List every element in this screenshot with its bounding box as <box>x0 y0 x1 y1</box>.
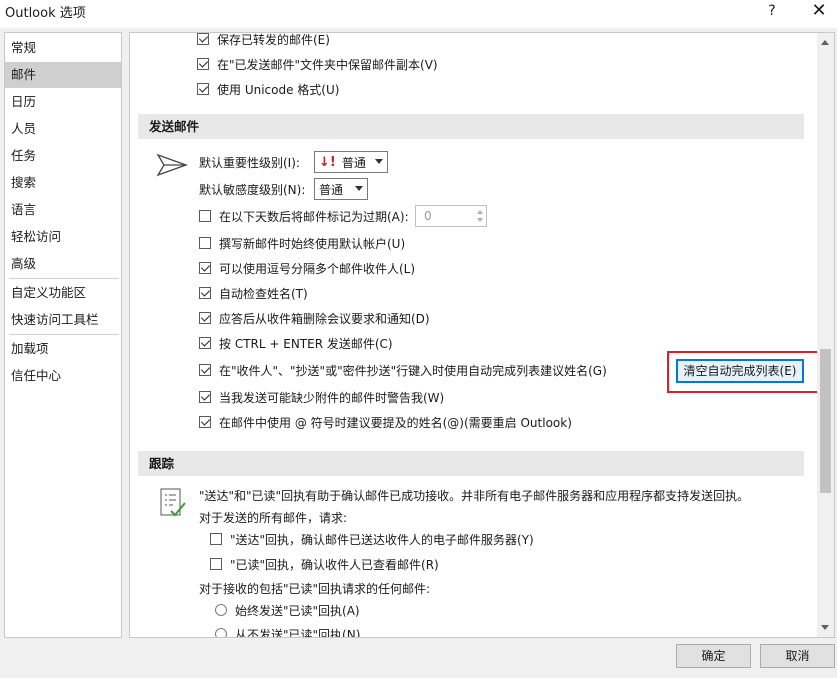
sensitivity-label: 默认敏感度级别(N): <box>199 182 306 197</box>
sensitivity-value: 普通 <box>319 182 344 197</box>
sidebar-item-accessibility[interactable]: 轻松访问 <box>5 224 121 250</box>
cancel-button[interactable]: 取消 <box>760 644 835 668</box>
radio-always-send-read[interactable]: 始终发送"已读"回执(A) <box>215 601 360 619</box>
tracking-description: "送达"和"已读"回执有助于确认邮件已成功接收。并非所有电子邮件服务器和应用程序… <box>199 488 750 503</box>
option-delivery-receipt[interactable]: "送达"回执，确认邮件已送达收件人的电子邮件服务器(Y) <box>210 530 534 548</box>
option-label: 在"收件人"、"抄送"或"密件抄送"行键入时使用自动完成列表建议姓名(G) <box>219 363 607 378</box>
sidebar-item-trust-center[interactable]: 信任中心 <box>5 363 121 389</box>
checkbox[interactable] <box>199 237 211 249</box>
sidebar-item-people[interactable]: 人员 <box>5 116 121 142</box>
vertical-scrollbar[interactable] <box>817 33 834 637</box>
send-icon <box>156 153 188 177</box>
spin-down-icon[interactable] <box>477 218 483 222</box>
scrollbar-thumb[interactable] <box>820 349 831 493</box>
radio-button[interactable] <box>215 628 227 637</box>
option-attachment-warning[interactable]: 当我发送可能缺少附件的邮件时警告我(W) <box>199 388 444 406</box>
option-ctrl-enter[interactable]: 按 CTRL + ENTER 发送邮件(C) <box>199 334 393 352</box>
option-label: 撰写新邮件时始终使用默认帐户(U) <box>219 236 406 251</box>
window-title: Outlook 选项 <box>5 6 86 21</box>
checkbox[interactable] <box>199 210 211 222</box>
scroll-up-icon[interactable] <box>821 40 829 45</box>
option-label: 在邮件中使用 @ 符号时建议要提及的姓名(@)(需要重启 Outlook) <box>219 415 572 430</box>
option-label: 保存已转发的邮件(E) <box>217 32 330 47</box>
tracking-checklist-icon <box>160 488 186 517</box>
option-label: 可以使用逗号分隔多个邮件收件人(L) <box>219 261 416 276</box>
checkbox[interactable] <box>199 262 211 274</box>
option-label: 从不发送"已读"回执(N) <box>235 627 361 638</box>
option-label: "送达"回执，确认邮件已送达收件人的电子邮件服务器(Y) <box>230 532 534 547</box>
sensitivity-select[interactable]: 普通 <box>314 178 368 200</box>
option-keep-sent-copy[interactable]: 在"已发送邮件"文件夹中保留邮件副本(V) <box>197 55 438 73</box>
option-delete-meeting[interactable]: 应答后从收件箱删除会议要求和通知(D) <box>199 309 430 327</box>
sidebar-divider <box>9 278 119 279</box>
sidebar-item-quick-access-toolbar[interactable]: 快速访问工具栏 <box>5 307 121 333</box>
sidebar-item-addins[interactable]: 加载项 <box>5 336 121 362</box>
title-bar: Outlook 选项 ? ✕ <box>0 0 837 28</box>
option-label: 应答后从收件箱删除会议要求和通知(D) <box>219 311 430 326</box>
option-label: 使用 Unicode 格式(U) <box>217 82 340 97</box>
checkbox[interactable] <box>197 83 209 95</box>
option-label: 按 CTRL + ENTER 发送邮件(C) <box>219 336 393 351</box>
option-label: 当我发送可能缺少附件的邮件时警告我(W) <box>219 390 445 405</box>
section-header-tracking: 跟踪 <box>138 451 804 476</box>
sidebar-item-tasks[interactable]: 任务 <box>5 143 121 169</box>
option-label: 自动检查姓名(T) <box>219 286 308 301</box>
chevron-down-icon <box>375 159 383 164</box>
checkbox[interactable] <box>197 33 209 45</box>
sidebar-item-general[interactable]: 常规 <box>5 35 121 61</box>
radio-button[interactable] <box>215 604 227 616</box>
close-button[interactable]: ✕ <box>806 0 832 22</box>
option-mention-suggest[interactable]: 在邮件中使用 @ 符号时建议要提及的姓名(@)(需要重启 Outlook) <box>199 413 572 431</box>
sidebar-item-search[interactable]: 搜索 <box>5 170 121 196</box>
option-label: "已读"回执，确认收件人已查看邮件(R) <box>230 557 439 572</box>
option-label: 在"已发送邮件"文件夹中保留邮件副本(V) <box>217 57 438 72</box>
sidebar-item-calendar[interactable]: 日历 <box>5 89 121 115</box>
option-save-forwarded[interactable]: 保存已转发的邮件(E) <box>197 32 330 48</box>
option-comma-separator[interactable]: 可以使用逗号分隔多个邮件收件人(L) <box>199 259 415 277</box>
option-label: 始终发送"已读"回执(A) <box>235 603 360 618</box>
option-label: 在以下天数后将邮件标记为过期(A): <box>219 209 409 224</box>
importance-icon: ↓! <box>319 154 336 170</box>
section-header-send: 发送邮件 <box>138 114 804 139</box>
checkbox[interactable] <box>199 416 211 428</box>
option-read-receipt[interactable]: "已读"回执，确认收件人已查看邮件(R) <box>210 555 439 573</box>
sidebar-item-customize-ribbon[interactable]: 自定义功能区 <box>5 280 121 306</box>
option-default-account[interactable]: 撰写新邮件时始终使用默认帐户(U) <box>199 234 405 252</box>
ok-button[interactable]: 确定 <box>676 644 751 668</box>
spin-up-icon[interactable] <box>477 210 483 214</box>
sidebar-nav: 常规 邮件 日历 人员 任务 搜索 语言 轻松访问 高级 自定义功能区 快速访问… <box>4 32 122 638</box>
scroll-down-icon[interactable] <box>821 625 829 630</box>
option-unicode-format[interactable]: 使用 Unicode 格式(U) <box>197 80 339 98</box>
checkbox[interactable] <box>199 287 211 299</box>
option-check-names[interactable]: 自动检查姓名(T) <box>199 284 308 302</box>
expire-days-input[interactable]: 0 <box>415 205 487 227</box>
radio-never-send-read[interactable]: 从不发送"已读"回执(N) <box>215 625 361 638</box>
help-button[interactable]: ? <box>762 0 782 22</box>
chevron-down-icon <box>355 186 363 191</box>
tracking-for-sent-label: 对于发送的所有邮件，请求: <box>199 510 348 525</box>
clear-autocomplete-button[interactable]: 清空自动完成列表(E) <box>676 359 804 383</box>
importance-value: 普通 <box>341 155 366 170</box>
sidebar-divider <box>9 334 119 335</box>
option-autocomplete[interactable]: 在"收件人"、"抄送"或"密件抄送"行键入时使用自动完成列表建议姓名(G) <box>199 361 607 379</box>
expire-days-value: 0 <box>424 209 432 223</box>
checkbox[interactable] <box>210 533 222 545</box>
sidebar-item-language[interactable]: 语言 <box>5 197 121 223</box>
sidebar-item-mail[interactable]: 邮件 <box>5 62 121 88</box>
checkbox[interactable] <box>199 364 211 376</box>
importance-label: 默认重要性级别(I): <box>199 155 300 170</box>
importance-select[interactable]: ↓! 普通 <box>314 151 388 173</box>
tracking-for-received-label: 对于接收的包括"已读"回执请求的任何邮件: <box>199 581 431 596</box>
sidebar-item-advanced[interactable]: 高级 <box>5 251 121 277</box>
checkbox[interactable] <box>199 391 211 403</box>
options-content: 保存已转发的邮件(E) 在"已发送邮件"文件夹中保留邮件副本(V) 使用 Uni… <box>129 32 835 638</box>
checkbox[interactable] <box>199 337 211 349</box>
checkbox[interactable] <box>210 558 222 570</box>
option-expire[interactable]: 在以下天数后将邮件标记为过期(A): <box>199 207 409 225</box>
checkbox[interactable] <box>197 58 209 70</box>
checkbox[interactable] <box>199 312 211 324</box>
